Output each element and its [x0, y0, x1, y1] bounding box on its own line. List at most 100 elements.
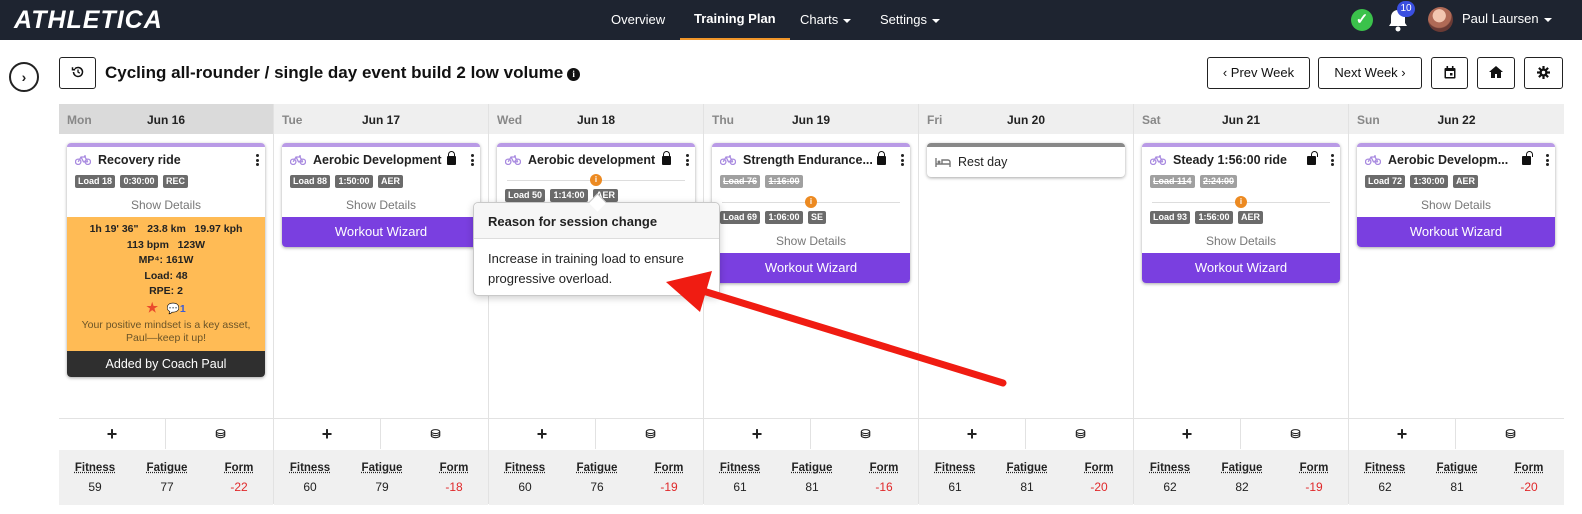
form-label: Form	[439, 462, 469, 474]
show-details-link[interactable]: Show Details	[712, 229, 910, 253]
day-metrics: Fitness Fatigue Form 62 81 -20	[1349, 450, 1564, 505]
workout-wizard-button[interactable]: Workout Wizard	[282, 217, 480, 247]
change-info-icon[interactable]: i	[805, 196, 817, 208]
status-check-icon[interactable]: ✓	[1351, 9, 1373, 31]
day-header: Jun 17 Tue	[274, 104, 488, 134]
kebab-menu-icon[interactable]	[1546, 154, 1549, 166]
add-workout-button[interactable]: +	[489, 419, 596, 449]
bike-icon	[720, 155, 736, 165]
show-details-link[interactable]: Show Details	[1357, 193, 1555, 217]
summary-icons: ★ 💬1	[73, 300, 259, 318]
prev-week-button[interactable]: ‹ Prev Week	[1207, 57, 1310, 89]
workout-library-button[interactable]: ⛁	[812, 419, 919, 449]
load-tag: Load 72	[1365, 175, 1406, 188]
add-workout-button[interactable]: +	[274, 419, 381, 449]
day-footer: + ⛁ Fitness Fatigue Form 61 81 -20	[919, 418, 1134, 505]
workout-library-button[interactable]: ⛁	[1242, 419, 1349, 449]
day-date: Jun 20	[1006, 113, 1045, 127]
user-menu[interactable]: Paul Laursen	[1462, 0, 1552, 38]
previous-tags: Load 76 1:16:00	[712, 175, 910, 193]
workout-library-button[interactable]: ⛁	[167, 419, 274, 449]
fatigue-value: 81	[1020, 480, 1034, 494]
settings-button[interactable]	[1524, 57, 1563, 89]
add-workout-button[interactable]: +	[1134, 419, 1241, 449]
old-load-tag: Load 76	[720, 175, 761, 188]
top-navbar: ATHLETICA Overview Training Plan Charts …	[0, 0, 1582, 40]
day-date: Jun 22	[1437, 113, 1476, 127]
zone-tag: REC	[162, 175, 188, 188]
add-workout-button[interactable]: +	[919, 419, 1026, 449]
change-info-icon[interactable]: i	[590, 174, 602, 186]
fitness-label: Fitness	[74, 462, 116, 474]
workout-wizard-button[interactable]: Workout Wizard	[1357, 217, 1555, 247]
unlock-icon[interactable]	[1522, 151, 1533, 165]
add-workout-button[interactable]: +	[704, 419, 811, 449]
card-accent	[497, 143, 695, 147]
workout-tags: Load 72 1:30:00 AER	[1357, 175, 1555, 193]
workout-card[interactable]: Aerobic Development Load 88 1:50:00 AER …	[282, 143, 480, 247]
add-workout-button[interactable]: +	[59, 419, 166, 449]
workout-library-button[interactable]: ⛁	[597, 419, 704, 449]
info-icon[interactable]: i	[567, 68, 581, 81]
add-workout-button[interactable]: +	[1349, 419, 1456, 449]
nav-training-plan[interactable]: Training Plan	[680, 0, 790, 40]
history-button[interactable]	[59, 57, 96, 89]
day-metrics: Fitness Fatigue Form 62 82 -19	[1134, 450, 1348, 505]
kebab-menu-icon[interactable]	[471, 154, 474, 166]
load-tag: Load 93	[1150, 211, 1191, 224]
day-header: Jun 21 Sat	[1134, 104, 1348, 134]
lock-icon[interactable]	[877, 151, 886, 165]
workout-card[interactable]: Aerobic Developm... Load 72 1:30:00 AER …	[1357, 143, 1555, 247]
day-actions: + ⛁	[704, 419, 918, 449]
show-details-link[interactable]: Show Details	[67, 193, 265, 217]
fatigue-value: 81	[1450, 480, 1464, 494]
kebab-menu-icon[interactable]	[901, 154, 904, 166]
day-column-wed: Jun 18 Wed Aerobic development i Load 50 …	[489, 104, 704, 505]
change-info-icon[interactable]: i	[1235, 196, 1247, 208]
calendar-button[interactable]	[1431, 57, 1468, 89]
nav-overview[interactable]: Overview	[611, 0, 665, 40]
fatigue-label: Fatigue	[361, 462, 403, 474]
workout-library-button[interactable]: ⛁	[1457, 419, 1564, 449]
workout-library-button[interactable]: ⛁	[1027, 419, 1134, 449]
fatigue-label: Fatigue	[146, 462, 188, 474]
expand-sidebar-button[interactable]: ›	[9, 62, 39, 92]
form-value: -19	[660, 480, 678, 494]
workout-tags: Load 69 1:06:00 SE	[712, 211, 910, 229]
previous-tags: Load 114 2:24:00	[1142, 175, 1340, 193]
avatar[interactable]	[1428, 7, 1453, 32]
star-icon[interactable]: ★	[146, 300, 158, 315]
show-details-link[interactable]: Show Details	[1142, 229, 1340, 253]
workout-card[interactable]: Steady 1:56:00 ride Load 114 2:24:00 i L…	[1142, 143, 1340, 283]
calendar-icon	[1444, 66, 1455, 79]
next-week-button[interactable]: Next Week ›	[1318, 57, 1422, 89]
form-label: Form	[1514, 462, 1544, 474]
nav-charts[interactable]: Charts	[800, 0, 852, 40]
workout-card[interactable]: Strength Endurance... Load 76 1:16:00 i …	[712, 143, 910, 283]
kebab-menu-icon[interactable]	[1331, 154, 1334, 166]
kebab-menu-icon[interactable]	[256, 154, 259, 166]
lock-icon[interactable]	[662, 151, 671, 165]
rest-day-card[interactable]: Rest day	[927, 143, 1125, 177]
bike-icon	[1365, 155, 1381, 165]
workout-library-button[interactable]: ⛁	[382, 419, 489, 449]
user-name: Paul Laursen	[1462, 11, 1539, 26]
athletica-logo[interactable]: ATHLETICA	[14, 6, 163, 35]
workout-wizard-button[interactable]: Workout Wizard	[712, 253, 910, 283]
show-details-link[interactable]: Show Details	[282, 193, 480, 217]
comments-icon[interactable]: 💬	[167, 303, 180, 315]
day-actions: + ⛁	[59, 419, 273, 449]
workout-card[interactable]: Recovery ride Load 18 0:30:00 REC Show D…	[67, 143, 265, 377]
day-header: Jun 16 Mon	[59, 104, 273, 134]
form-value: -18	[445, 480, 463, 494]
workout-title: Aerobic Developm...	[1357, 149, 1555, 171]
fitness-label: Fitness	[719, 462, 761, 474]
nav-settings[interactable]: Settings	[880, 0, 940, 40]
unlock-icon[interactable]	[1307, 151, 1318, 165]
workout-wizard-button[interactable]: Workout Wizard	[1142, 253, 1340, 283]
kebab-menu-icon[interactable]	[686, 154, 689, 166]
duration-tag: 1:06:00	[765, 211, 803, 224]
home-button[interactable]	[1477, 57, 1515, 89]
workout-title-text: Aerobic Developm...	[1388, 153, 1509, 167]
lock-icon[interactable]	[447, 151, 456, 165]
